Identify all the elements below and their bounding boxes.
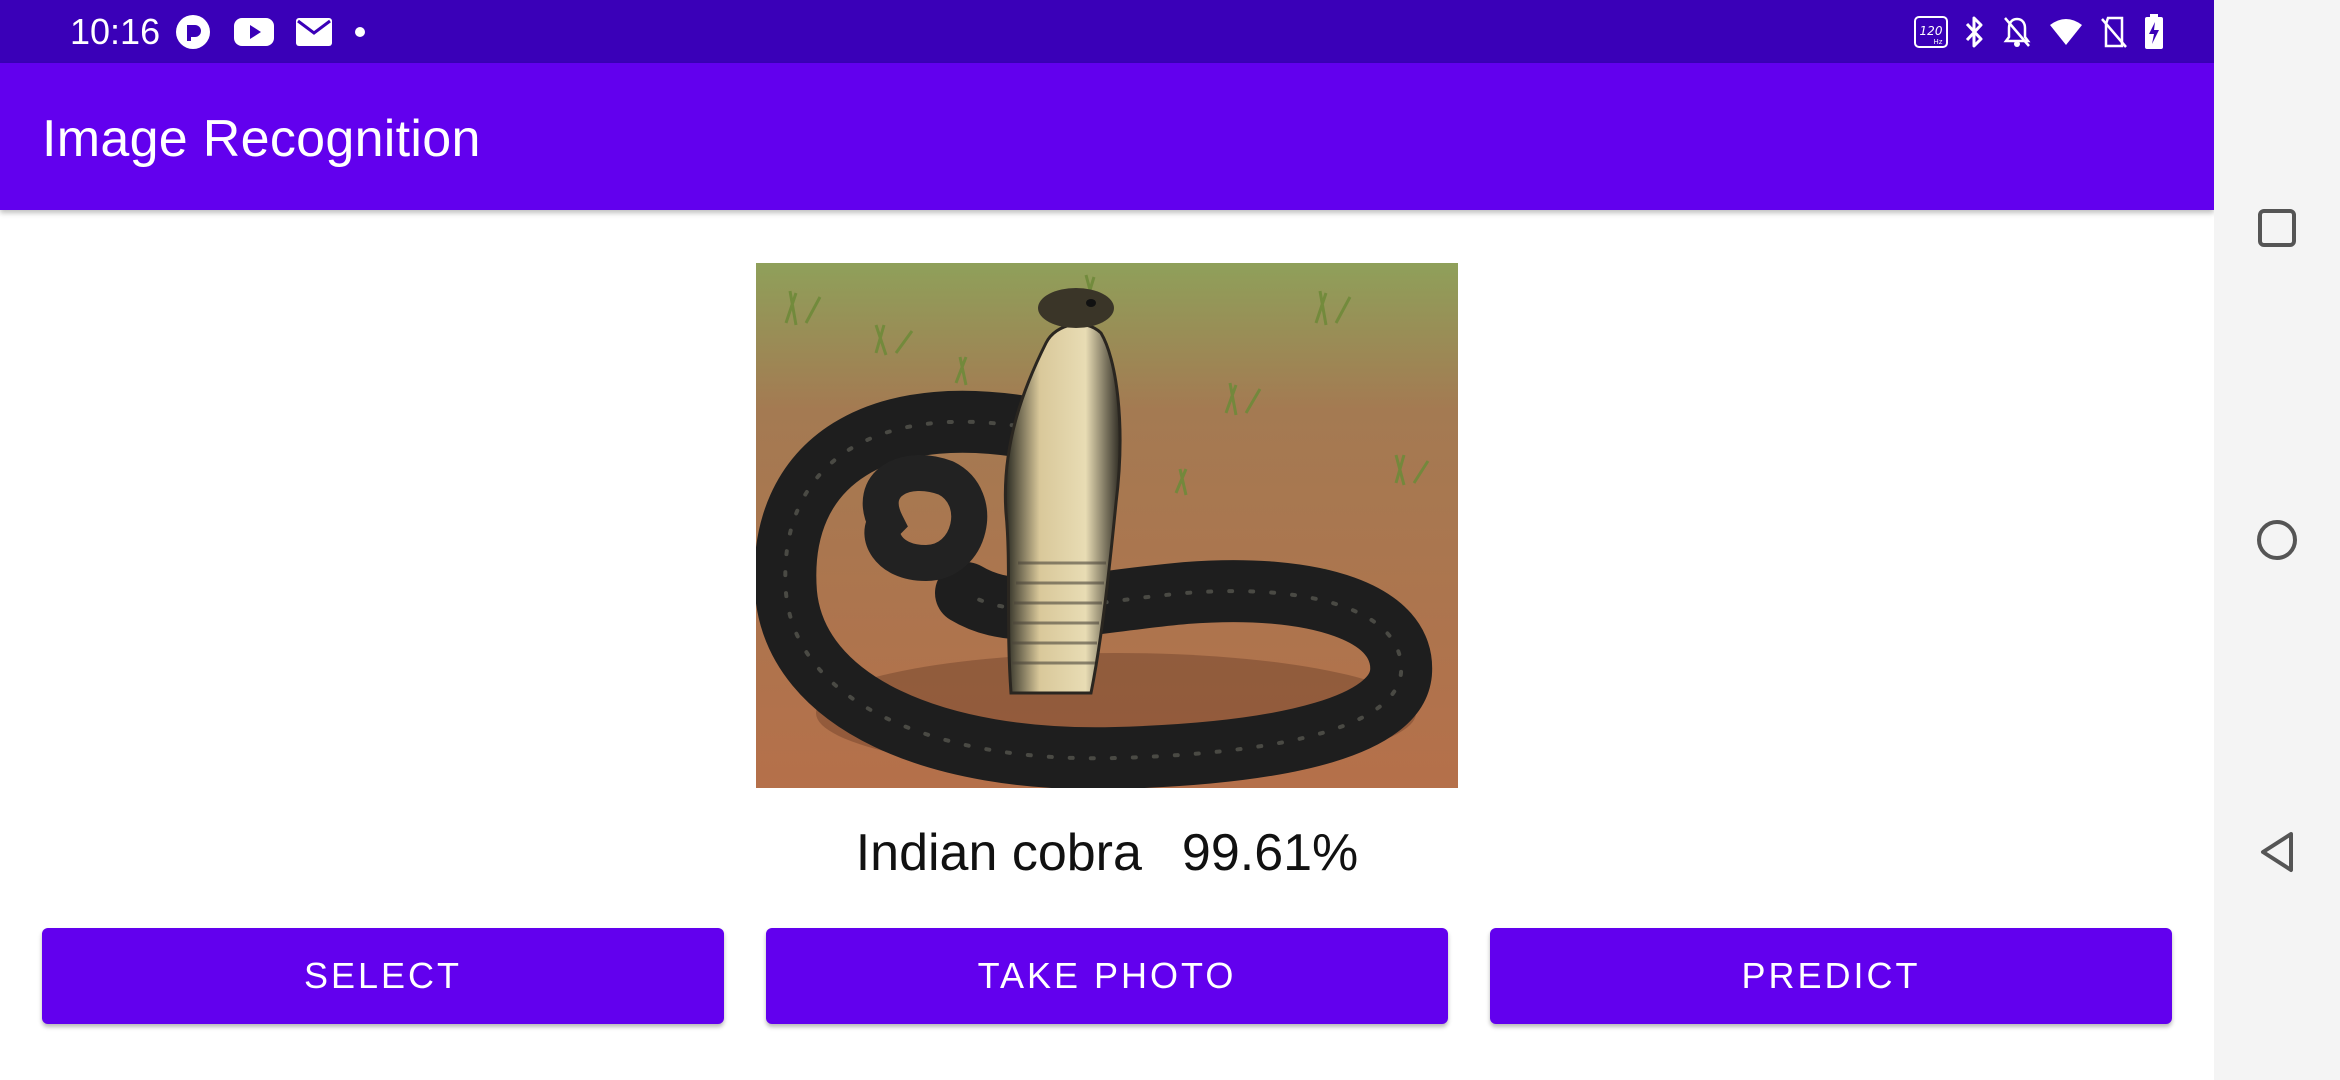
recents-square-icon[interactable]	[2247, 198, 2307, 258]
no-sim-icon	[2100, 15, 2128, 49]
status-left-icons	[174, 13, 388, 51]
navigation-bar	[2214, 0, 2340, 1080]
preview-image	[756, 263, 1458, 788]
result-confidence: 99.61%	[1181, 824, 1359, 882]
select-button[interactable]: SELECT	[42, 928, 724, 1024]
home-circle-icon[interactable]	[2247, 510, 2307, 570]
result-label: Indian cobra	[855, 824, 1142, 882]
back-triangle-icon[interactable]	[2247, 822, 2307, 882]
app-bar: Image Recognition	[0, 63, 2214, 210]
svg-text:Hz: Hz	[1934, 38, 1943, 46]
refresh-rate-120hz-icon: 120 Hz	[1914, 16, 1948, 48]
notifications-off-icon	[2002, 15, 2032, 49]
take-photo-button[interactable]: TAKE PHOTO	[766, 928, 1448, 1024]
status-right-icons: 120 Hz	[1898, 13, 2164, 51]
notification-dot-icon	[354, 26, 366, 38]
wifi-icon	[2048, 17, 2084, 47]
predict-button[interactable]: PREDICT	[1490, 928, 2172, 1024]
app-title: Image Recognition	[42, 110, 481, 168]
battery-charging-icon	[2144, 14, 2164, 50]
svg-text:120: 120	[1920, 24, 1943, 38]
prediction-result: Indian cobra 99.61%	[0, 820, 2214, 886]
status-time: 10:16	[70, 11, 161, 52]
pocket-casts-icon	[174, 13, 212, 51]
gmail-icon	[296, 18, 332, 46]
bluetooth-icon	[1964, 15, 1986, 49]
status-bar: 10:16 120 Hz	[0, 0, 2214, 63]
youtube-icon	[234, 17, 274, 47]
